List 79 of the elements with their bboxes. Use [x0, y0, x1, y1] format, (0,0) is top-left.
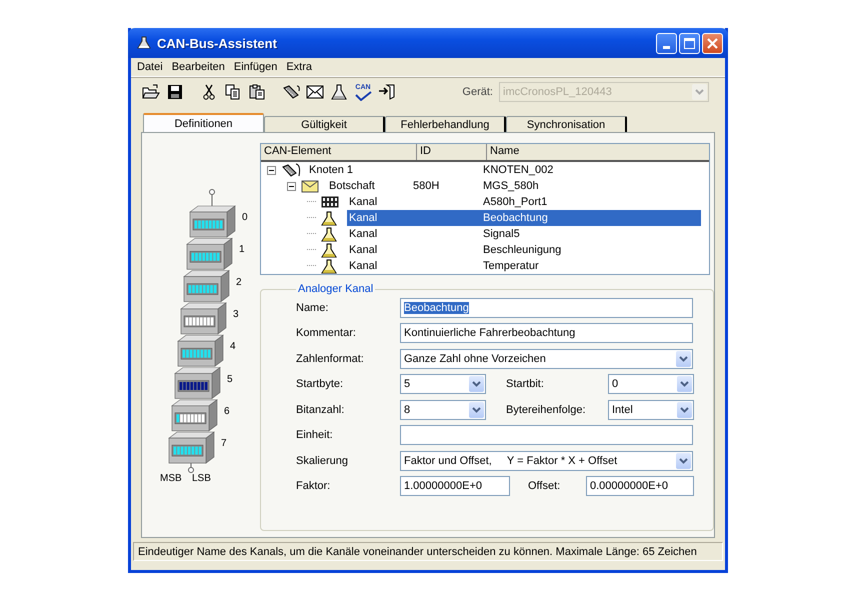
column-header[interactable]: ID: [417, 144, 487, 160]
field-label: Skalierung: [296, 454, 349, 467]
tab[interactable]: Fehlerbehandlung: [385, 116, 506, 132]
byte-number: 7: [221, 438, 227, 450]
collapse-toggle[interactable]: [267, 166, 276, 174]
dropdown[interactable]: Intel: [608, 400, 694, 420]
byte-number: 3: [233, 308, 239, 320]
device-icon: [281, 163, 303, 177]
dropdown[interactable]: 8: [400, 400, 486, 420]
chevron-down-icon: [680, 381, 689, 388]
lsb-label: LSB: [192, 473, 211, 484]
minimize-button[interactable]: [656, 32, 677, 54]
msb-label: MSB: [160, 473, 182, 484]
tree-item[interactable]: Kanal Signal5: [347, 226, 701, 242]
field-label: Bytereihenfolge:: [506, 404, 586, 416]
tree-item[interactable]: Kanal A580h_Port1: [347, 194, 701, 210]
field-label: Offset:: [528, 480, 562, 492]
tab[interactable]: Definitionen: [143, 113, 264, 132]
field-label: Name:: [296, 302, 330, 314]
text-field[interactable]: 1.00000000E+0: [400, 476, 510, 496]
maximize-icon: [684, 38, 695, 48]
chevron-down-icon: [679, 356, 688, 362]
clipboard-icon: [249, 84, 265, 100]
dropdown[interactable]: 5: [400, 374, 486, 394]
exit-door-icon: [378, 84, 396, 100]
text-field[interactable]: [400, 425, 693, 446]
tab[interactable]: Gültigkeit: [264, 116, 385, 132]
dropdown[interactable]: 0: [608, 374, 694, 394]
window-title: CAN-Bus-Assistent: [157, 36, 278, 50]
envelope-icon: [306, 85, 324, 99]
text-field[interactable]: 0.00000000E+0: [586, 476, 694, 496]
tree-item[interactable]: Knoten 1 KNOTEN_002: [307, 162, 701, 178]
collapse-toggle[interactable]: [287, 182, 296, 190]
chevron-down-icon: [472, 406, 481, 413]
flask-icon: [136, 35, 152, 51]
field-label: Zahlenformat:: [296, 352, 365, 365]
menu-item[interactable]: Datei: [134, 61, 169, 73]
device-label: Gerät:: [462, 86, 493, 98]
tab[interactable]: Synchronisation: [506, 116, 627, 132]
column-header[interactable]: CAN-Element: [261, 144, 417, 160]
byte-number: 5: [227, 374, 233, 384]
field-label: Startbit:: [506, 378, 545, 390]
tree-item[interactable]: Botschaft 580H MGS_580h: [327, 178, 701, 194]
field-label: Bitanzahl:: [296, 404, 346, 416]
byte-number: 4: [230, 341, 236, 352]
copy-icon: [225, 84, 241, 100]
status-text: Eindeutiger Name des Kanals, um die Kanäle voneinander unterscheiden zu können. Maximale Länge: 65 Zeichen: [138, 546, 697, 558]
field-label: Startbyte:: [296, 378, 344, 390]
byte-number: 1: [239, 244, 245, 256]
text-field[interactable]: Kontinuierliche Fahrerbeobachtung: [400, 323, 693, 344]
text-field[interactable]: Beobachtung: [400, 298, 693, 318]
field-label: Kommentar:: [296, 327, 357, 340]
chevron-down-icon: [679, 458, 688, 464]
byte-number: 0: [242, 212, 248, 223]
scissors-icon: [203, 84, 215, 100]
dropdown[interactable]: Ganze Zahl ohne Vorzeichen: [400, 348, 693, 369]
menu-item[interactable]: Einfügen: [230, 61, 284, 73]
column-header[interactable]: Name: [487, 144, 709, 160]
group-title: Analoger Kanal: [297, 283, 374, 295]
byte-number: 6: [224, 406, 230, 417]
chevron-down-icon: [680, 406, 689, 413]
tree-item[interactable]: Kanal Temperatur: [347, 258, 701, 274]
tree-item[interactable]: Kanal Beschleunigung: [347, 242, 701, 258]
chevron-down-icon: [695, 89, 704, 95]
byte-number: 2: [236, 276, 242, 288]
field-label: Faktor:: [296, 480, 332, 492]
dropdown[interactable]: Faktor und Offset, Y = Faktor * X + Offset: [400, 450, 693, 471]
minimize-icon: [662, 46, 670, 48]
maximize-button[interactable]: [679, 32, 700, 54]
menu-item[interactable]: Extra: [283, 61, 318, 73]
tree-item[interactable]: Kanal Beobachtung: [347, 210, 701, 226]
flask-icon: [331, 84, 347, 100]
menu-item[interactable]: Bearbeiten: [168, 61, 231, 73]
device-icon: [282, 84, 300, 100]
chevron-down-icon: [472, 381, 481, 388]
close-button[interactable]: [702, 32, 723, 54]
field-label: Einheit:: [296, 429, 334, 442]
close-icon: [707, 38, 718, 48]
open-folder-icon: [142, 84, 160, 100]
